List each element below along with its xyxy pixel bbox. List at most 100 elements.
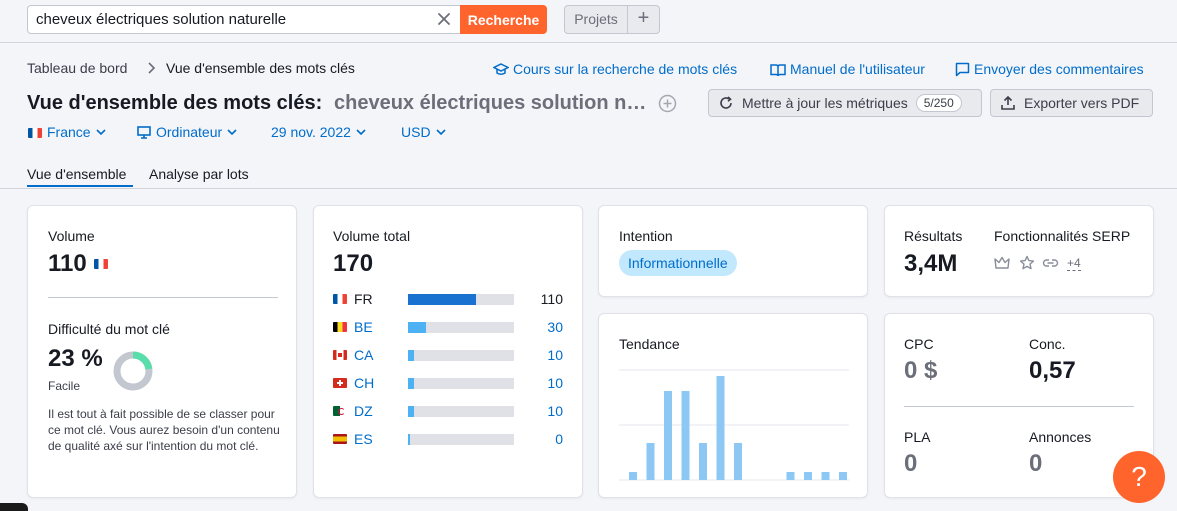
divider	[904, 406, 1134, 407]
volume-share-fill	[408, 434, 410, 445]
add-project-button[interactable]: +	[627, 5, 660, 34]
volume-share-fill	[408, 406, 414, 417]
country-volume-value: 110	[540, 291, 563, 307]
search-box	[27, 5, 460, 34]
corner-widget	[0, 503, 28, 511]
flag-fr-icon	[28, 127, 42, 138]
volume-label: Volume	[48, 228, 95, 244]
country-code[interactable]: DZ	[354, 403, 373, 419]
refresh-icon	[720, 96, 732, 109]
trend-bar	[786, 472, 795, 480]
help-button[interactable]: ?	[1113, 451, 1165, 503]
country-dropdown[interactable]: France	[28, 124, 106, 141]
volume-share-fill	[408, 350, 414, 361]
pla-value: 0	[904, 450, 918, 477]
top-search-bar: Recherche Projets +	[0, 0, 1177, 43]
star-icon	[1019, 255, 1035, 270]
country-row: ES 0	[333, 431, 563, 447]
flag-be-icon	[333, 322, 347, 332]
export-pdf-button[interactable]: Exporter vers PDF	[990, 89, 1153, 117]
feedback-link-label: Envoyer des commentaires	[974, 61, 1144, 77]
breadcrumb-home[interactable]: Tableau de bord	[27, 60, 127, 77]
volume-share-fill	[408, 378, 414, 389]
search-button[interactable]: Recherche	[460, 5, 547, 34]
country-code[interactable]: BE	[354, 319, 373, 335]
trend-bar	[734, 443, 742, 480]
ads-value: 0	[1029, 450, 1043, 477]
date-dropdown[interactable]: 29 nov. 2022	[271, 124, 366, 141]
export-pdf-label: Exporter vers PDF	[1024, 95, 1140, 111]
country-volume-value[interactable]: 30	[547, 319, 563, 335]
divider	[48, 297, 278, 298]
total-volume-card: Volume total 170 FR 110 BE 30 CA 10 CH 10 DZ 10 ES…	[313, 205, 583, 498]
country-volume-value[interactable]: 0	[555, 431, 563, 447]
trend-bar	[681, 391, 690, 480]
difficulty-label: Difficulté du mot clé	[48, 321, 170, 337]
trend-bar	[804, 472, 812, 480]
difficulty-value: 23 %	[48, 345, 103, 372]
trend-chart	[619, 369, 849, 481]
country-volume-value[interactable]: 10	[547, 403, 563, 419]
device-dropdown[interactable]: Ordinateur	[137, 124, 237, 141]
serp-features-label: Fonctionnalités SERP	[994, 228, 1131, 244]
intent-badge: Informationnelle	[619, 250, 737, 276]
country-volume-value[interactable]: 10	[547, 347, 563, 363]
add-to-list-icon[interactable]	[658, 94, 677, 113]
volume-share-bar	[408, 406, 514, 417]
comment-icon	[955, 62, 970, 77]
flag-fr-icon	[333, 294, 347, 304]
volume-share-bar	[408, 350, 514, 361]
chevron-down-icon	[435, 129, 446, 136]
difficulty-donut	[113, 351, 153, 391]
serp-more-count[interactable]: +4	[1067, 257, 1081, 271]
trend-bar	[629, 472, 637, 480]
feedback-link[interactable]: Envoyer des commentaires	[955, 61, 1144, 78]
volume-share-fill	[408, 294, 476, 305]
intent-label: Intention	[619, 228, 673, 244]
update-metrics-label: Mettre à jour les métriques	[742, 95, 908, 111]
trend-bar	[664, 391, 672, 480]
tab-bulk-analysis[interactable]: Analyse par lots	[149, 166, 249, 183]
manual-link[interactable]: Manuel de l'utilisateur	[770, 61, 925, 78]
clear-search-icon[interactable]	[437, 12, 451, 26]
country-volume-value[interactable]: 10	[547, 375, 563, 391]
chevron-down-icon	[227, 129, 237, 136]
update-count-badge: 5/250	[915, 94, 962, 112]
trend-bar	[646, 443, 655, 480]
search-input[interactable]	[36, 6, 431, 33]
country-row: CH 10	[333, 375, 563, 391]
tab-overview[interactable]: Vue d'ensemble	[27, 166, 126, 183]
manual-link-label: Manuel de l'utilisateur	[790, 61, 925, 77]
currency-dropdown[interactable]: USD	[401, 124, 446, 141]
trend-label: Tendance	[619, 336, 680, 352]
country-code[interactable]: ES	[354, 431, 373, 447]
crown-icon	[994, 256, 1010, 269]
desktop-icon	[137, 126, 151, 139]
date-label: 29 nov. 2022	[271, 124, 351, 140]
volume-share-bar	[408, 434, 514, 445]
total-volume-label: Volume total	[333, 228, 411, 244]
course-link-label: Cours sur la recherche de mots clés	[513, 61, 738, 77]
results-card: Résultats 3,4M Fonctionnalités SERP +4	[884, 205, 1154, 297]
breadcrumb-current: Vue d'ensemble des mots clés	[166, 60, 355, 76]
update-metrics-button[interactable]: Mettre à jour les métriques 5/250	[708, 89, 982, 117]
total-volume-value: 170	[333, 250, 374, 277]
intent-card: Intention Informationnelle	[598, 205, 868, 297]
country-row: DZ 10	[333, 403, 563, 419]
country-row: BE 30	[333, 319, 563, 335]
volume-share-fill	[408, 322, 426, 333]
link-icon	[1042, 259, 1059, 267]
course-link[interactable]: Cours sur la recherche de mots clés	[493, 61, 737, 78]
results-value: 3,4M	[904, 250, 958, 277]
country-label: France	[47, 124, 91, 140]
volume-share-bar	[408, 378, 514, 389]
chevron-down-icon	[96, 129, 106, 136]
trend-bar	[699, 443, 707, 480]
tabs-divider	[0, 188, 1177, 189]
export-icon	[1001, 96, 1015, 110]
country-code[interactable]: CA	[354, 347, 373, 363]
page-title: Vue d'ensemble des mots clés:	[27, 92, 323, 114]
country-code[interactable]: CH	[354, 375, 374, 391]
volume-share-bar	[408, 322, 514, 333]
projects-button[interactable]: Projets	[564, 5, 628, 34]
